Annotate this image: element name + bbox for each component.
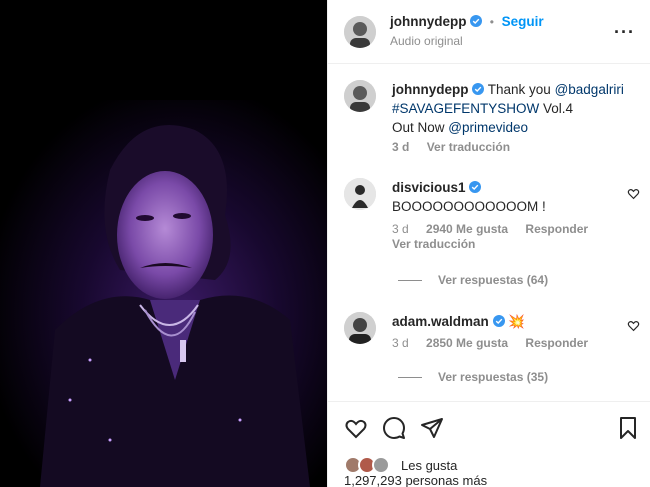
comment-body: disvicious1 BOOOOOOOOOOOOM ! [392,178,546,216]
caption-username[interactable]: johnnydepp [392,82,469,97]
comment-icon[interactable] [382,416,406,440]
replies-line [398,280,422,282]
timestamp[interactable]: 3 d [392,222,409,236]
comment-text: BOOOOOOOOOOOOM ! [392,199,546,214]
audio-label[interactable]: Audio original [390,34,463,48]
hashtag-link[interactable]: #SAVAGEFENTYSHOW [392,101,539,116]
caption-text-1: Thank you [487,82,555,97]
like-count[interactable]: 2850 Me gusta [426,336,508,350]
comment-username[interactable]: disvicious1 [392,180,466,195]
translate-link[interactable]: Ver traducción [427,140,510,154]
comment-body: adam.waldman 💥 [392,312,525,331]
verified-icon [492,315,505,327]
view-replies-button[interactable]: Ver respuestas (64) [398,273,548,287]
translate-link[interactable]: Ver traducción [392,237,475,251]
save-bookmark-icon[interactable] [616,416,640,440]
verified-icon [469,181,482,193]
heart-icon[interactable] [627,319,640,332]
caption-text-2: Vol.4 [539,101,574,116]
heart-icon[interactable] [627,187,640,200]
share-icon[interactable] [420,416,444,440]
header-username[interactable]: johnnydepp [390,14,467,29]
post-photo[interactable] [0,0,327,487]
comment-username[interactable]: adam.waldman [392,314,489,329]
comment-meta: 3 d 2940 Me gusta Responder [392,222,602,236]
likes-count[interactable]: 1,297,293 personas más [344,473,487,487]
follow-button[interactable]: Seguir [502,14,544,29]
likes-summary: Les gusta 1,297,293 personas más [344,454,644,487]
more-icon[interactable]: ··· [614,22,635,43]
caption-text: johnnydepp Thank you @badgalriri #SAVAGE… [392,80,632,137]
post-header: johnnydepp • Seguir Audio original ··· [328,0,650,64]
avatar[interactable] [344,16,376,48]
view-replies-label: Ver respuestas (64) [438,273,549,287]
comment-text: 💥 [508,314,526,329]
liker-avatar[interactable] [372,456,390,474]
portrait-image [0,0,327,487]
caption-text-3: Out Now [392,120,449,135]
like-count[interactable]: 2940 Me gusta [426,222,508,236]
avatar[interactable] [344,178,376,210]
reply-button[interactable]: Responder [525,336,588,350]
caption: johnnydepp Thank you @badgalriri #SAVAGE… [328,64,650,159]
view-replies-label: Ver respuestas (35) [438,370,549,384]
mention-link[interactable]: @primevideo [448,120,528,135]
reply-button[interactable]: Responder [525,222,588,236]
timestamp[interactable]: 3 d [392,140,409,154]
action-bar [328,401,650,453]
mention-link[interactable]: @badgalriri [555,82,624,97]
avatar[interactable] [344,80,376,112]
caption-meta: 3 d Ver traducción [392,140,524,154]
verified-icon [472,83,485,95]
verified-icon [470,15,483,27]
like-heart-icon[interactable] [344,416,368,440]
timestamp[interactable]: 3 d [392,336,409,350]
comment-meta: 3 d 2850 Me gusta Responder [392,336,602,350]
view-replies-button[interactable]: Ver respuestas (35) [398,370,548,384]
avatar[interactable] [344,312,376,344]
comment-item: adam.waldman 💥 3 d 2850 Me gusta Respond… [328,306,650,396]
likes-label: Les gusta [401,458,458,473]
post-side-panel: johnnydepp • Seguir Audio original ··· j… [327,0,650,487]
separator-dot: • [489,15,494,29]
comment-item: disvicious1 BOOOOOOOOOOOOM ! 3 d 2940 Me… [328,172,650,292]
replies-line [398,377,422,379]
